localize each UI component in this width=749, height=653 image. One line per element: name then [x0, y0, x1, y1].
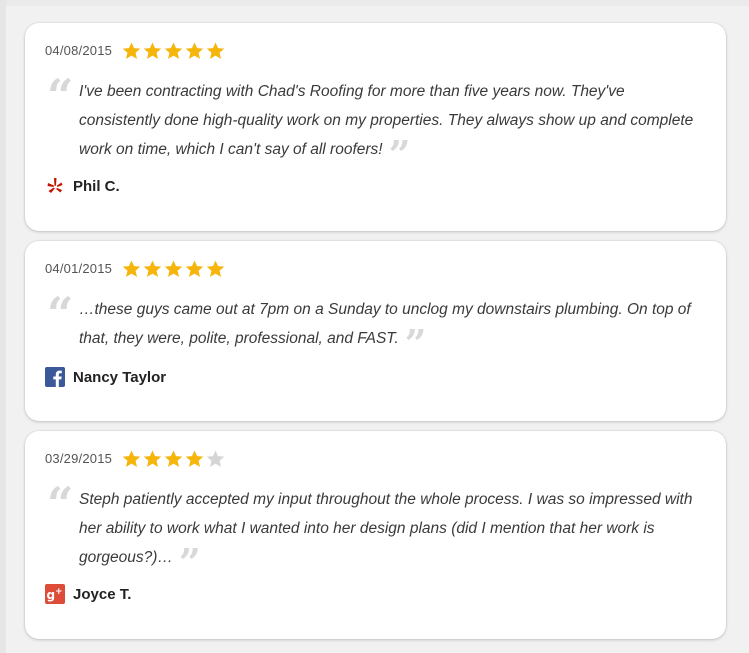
close-quote-icon: ” [404, 321, 427, 366]
close-quote-icon: ” [178, 540, 201, 585]
svg-text:+: + [55, 587, 63, 597]
star-filled-icon [143, 449, 162, 467]
author-name: Nancy Taylor [73, 368, 167, 386]
review-text-block: “ Steph patiently accepted my input thro… [45, 481, 704, 582]
review-card: 03/29/2015 “ Steph patiently accepted my… [25, 431, 726, 639]
close-quote-icon: ” [388, 132, 411, 177]
open-quote-icon: “ [47, 477, 74, 531]
svg-text:g: g [47, 588, 56, 602]
star-filled-icon [122, 41, 141, 59]
facebook-icon [45, 367, 65, 387]
review-date: 03/29/2015 [45, 450, 113, 466]
review-card: 04/01/2015 “ …these guys came out at 7pm… [25, 241, 726, 421]
star-filled-icon [143, 41, 162, 59]
left-edge [0, 0, 6, 653]
star-filled-icon [185, 259, 204, 277]
star-rating [121, 40, 226, 61]
star-filled-icon [206, 41, 225, 59]
review-text: Steph patiently accepted my input throug… [79, 491, 693, 566]
review-date: 04/08/2015 [45, 42, 113, 58]
review-date: 04/01/2015 [45, 260, 113, 276]
star-filled-icon [164, 259, 183, 277]
google-plus-icon: g + [45, 584, 65, 604]
review-meta: 04/08/2015 [45, 37, 704, 63]
star-filled-icon [164, 41, 183, 59]
author-name: Phil C. [73, 177, 120, 195]
star-filled-icon [206, 259, 225, 277]
reviews-list: 04/08/2015 “ I've been contracting with … [25, 23, 726, 649]
review-text: I've been contracting with Chad's Roofin… [79, 83, 694, 158]
review-author: Phil C. [45, 174, 704, 198]
review-card: 04/08/2015 “ I've been contracting with … [25, 23, 726, 231]
top-edge [0, 0, 749, 6]
review-meta: 03/29/2015 [45, 445, 704, 471]
open-quote-icon: “ [47, 287, 74, 341]
review-text-block: “ …these guys came out at 7pm on a Sunda… [45, 291, 704, 363]
star-empty-icon [206, 449, 225, 467]
star-filled-icon [164, 449, 183, 467]
star-filled-icon [185, 449, 204, 467]
review-author: Nancy Taylor [45, 365, 704, 389]
star-filled-icon [122, 449, 141, 467]
review-meta: 04/01/2015 [45, 255, 704, 281]
star-rating [121, 448, 226, 469]
open-quote-icon: “ [47, 69, 74, 123]
star-filled-icon [143, 259, 162, 277]
star-filled-icon [185, 41, 204, 59]
star-rating [121, 258, 226, 279]
yelp-icon [45, 176, 65, 196]
review-author: g + Joyce T. [45, 582, 704, 606]
star-filled-icon [122, 259, 141, 277]
review-text-block: “ I've been contracting with Chad's Roof… [45, 73, 704, 174]
review-text: …these guys came out at 7pm on a Sunday … [79, 301, 691, 347]
author-name: Joyce T. [73, 585, 132, 603]
